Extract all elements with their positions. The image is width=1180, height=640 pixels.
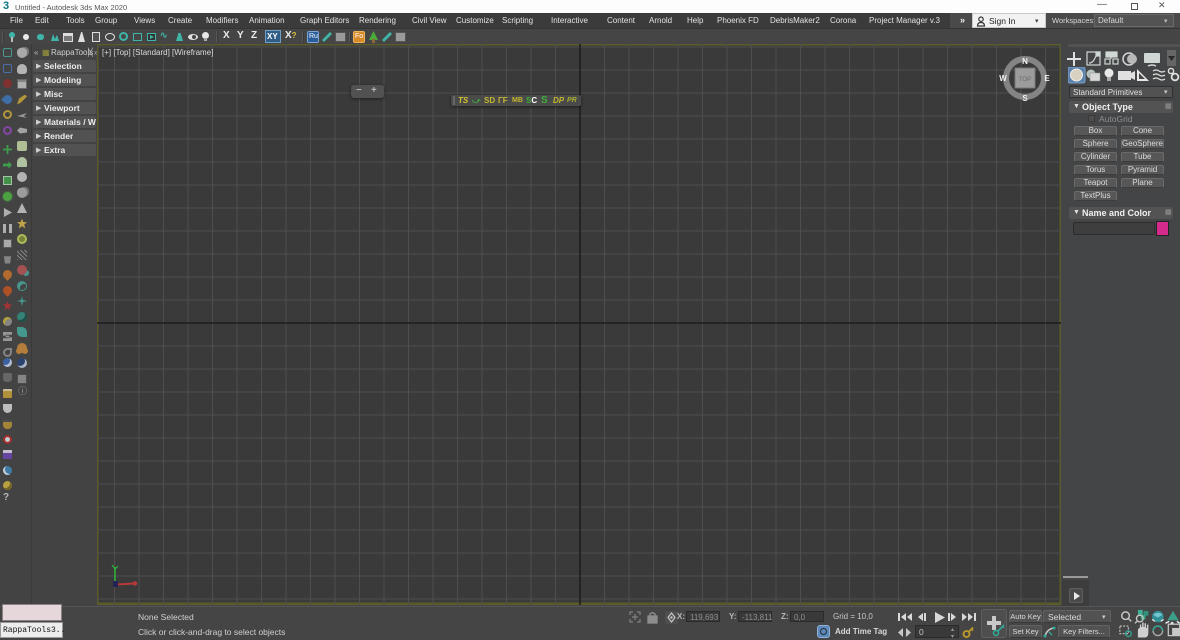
- svg-text:W: W: [999, 74, 1007, 83]
- svg-text:E: E: [1044, 74, 1050, 83]
- svg-text:S: S: [1022, 94, 1028, 103]
- svg-text:TOP: TOP: [1019, 77, 1031, 83]
- svg-text:N: N: [1022, 57, 1028, 66]
